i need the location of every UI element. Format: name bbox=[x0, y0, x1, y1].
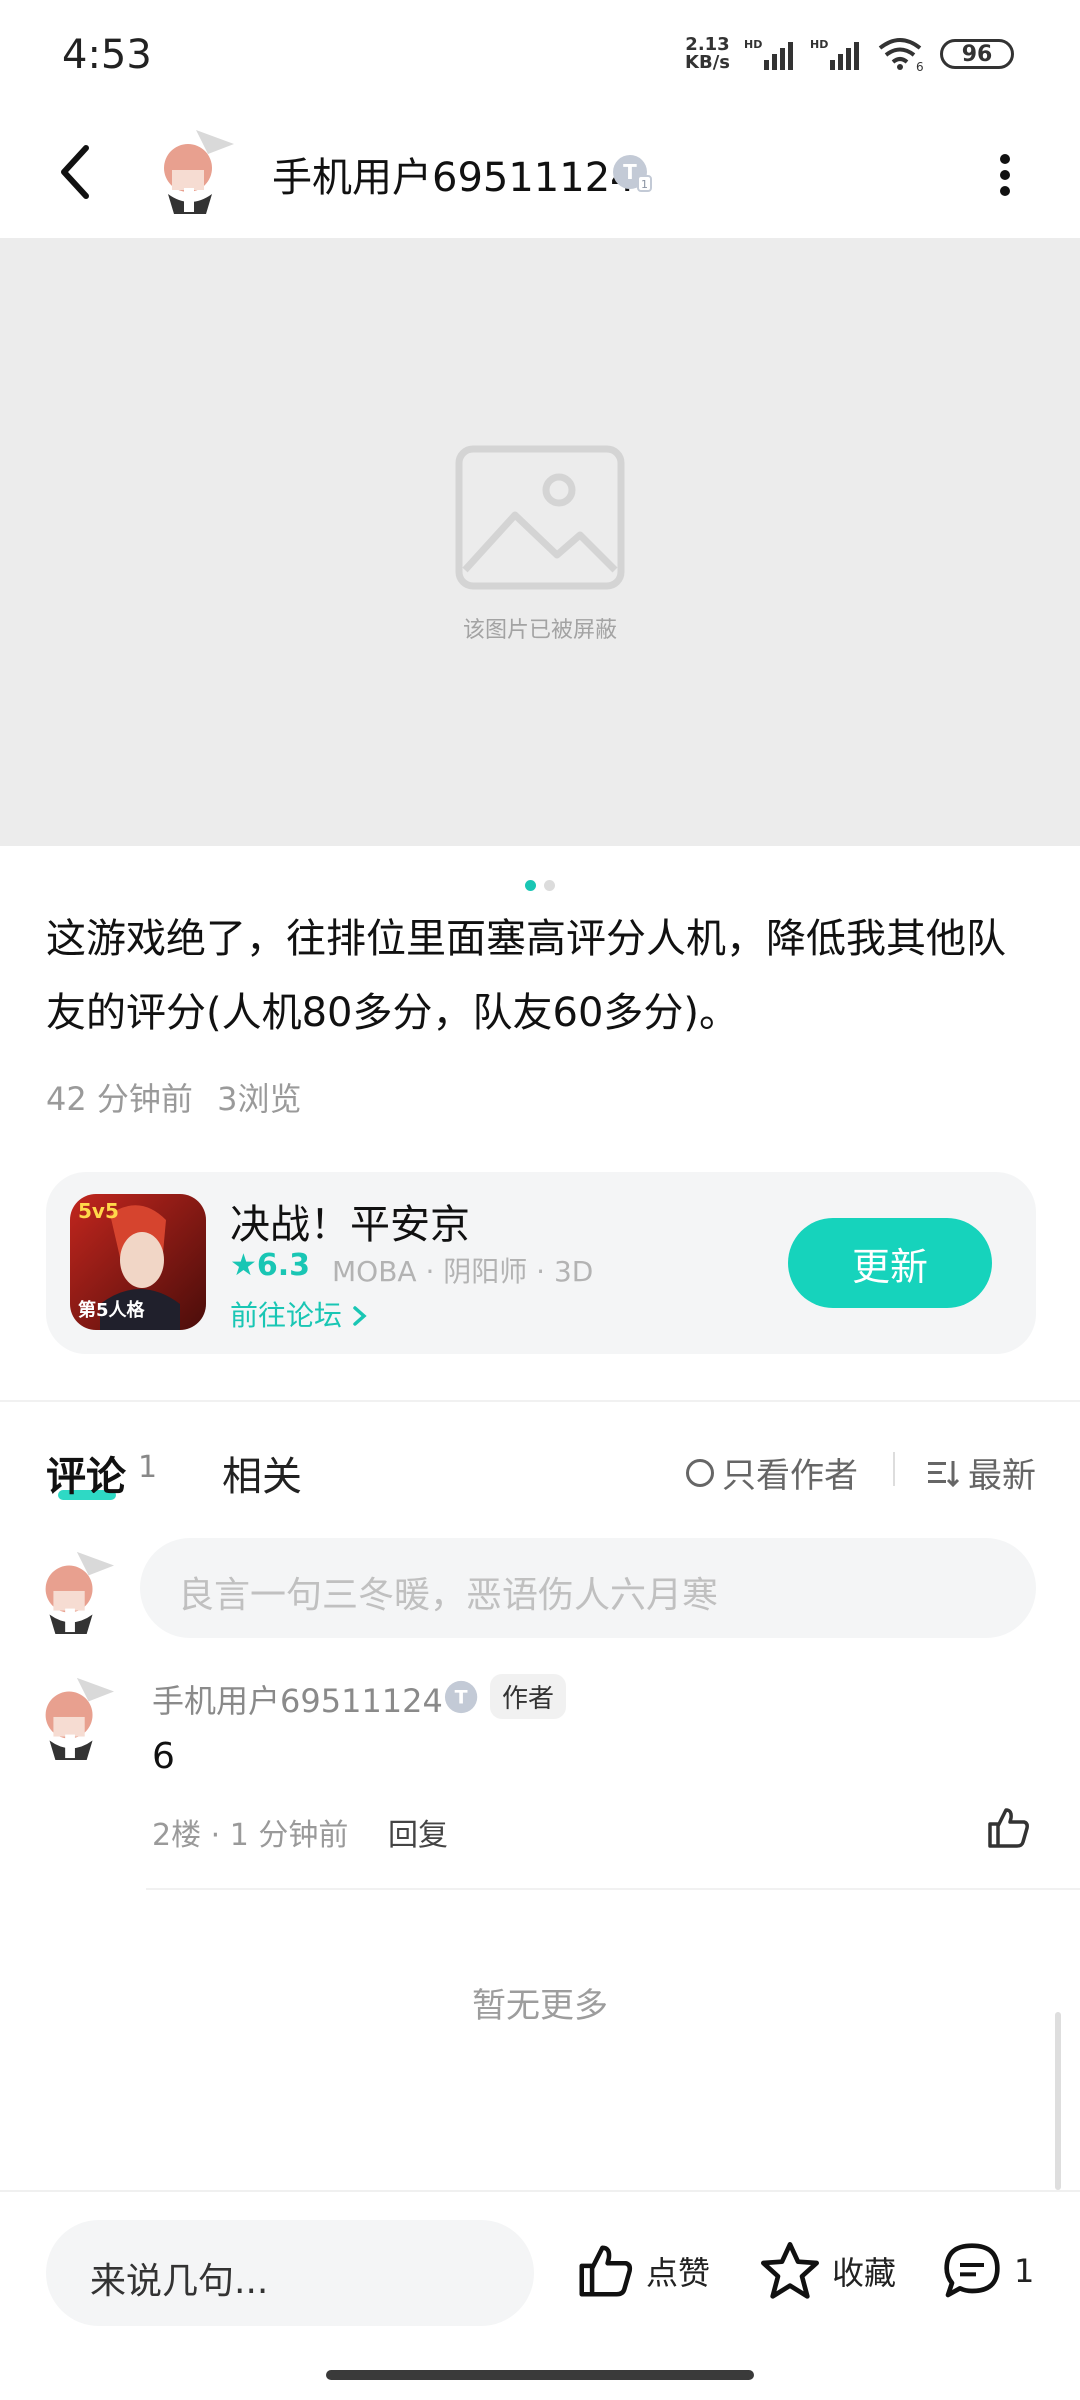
rating-value: 6.3 bbox=[256, 1248, 311, 1283]
signal-icon: HD bbox=[744, 38, 793, 70]
svg-text:1: 1 bbox=[641, 178, 648, 191]
svg-text:第5人格: 第5人格 bbox=[78, 1299, 146, 1321]
author-tag: 作者 bbox=[490, 1674, 567, 1719]
bottom-input-placeholder: 来说几句... bbox=[90, 2261, 269, 2302]
update-button[interactable]: 更新 bbox=[788, 1218, 992, 1308]
svg-text:HD: HD bbox=[810, 38, 828, 51]
tab-related[interactable]: 相关 bbox=[222, 1444, 302, 1502]
image-blocked-text: 该图片已被屏蔽 bbox=[462, 618, 617, 643]
sort-button[interactable]: 最新 bbox=[926, 1448, 1036, 1497]
comment-meta: 2楼 · 1 分钟前 bbox=[152, 1818, 349, 1853]
network-speed: 2.13 KB/s bbox=[685, 36, 730, 72]
comment-count-label: 1 bbox=[1014, 2252, 1035, 2290]
status-indicators: 2.13 KB/s HD HD 6 96 bbox=[685, 36, 1014, 72]
game-icon[interactable]: 5v5 第5人格 bbox=[70, 1194, 206, 1330]
more-icon[interactable] bbox=[990, 150, 1020, 200]
svg-text:T: T bbox=[623, 160, 637, 184]
back-icon[interactable] bbox=[50, 140, 106, 204]
star-icon: ★ bbox=[230, 1248, 257, 1283]
svg-text:T: T bbox=[455, 1687, 468, 1709]
radio-icon bbox=[686, 1458, 714, 1487]
level-badge-icon: T bbox=[444, 1680, 478, 1714]
divider bbox=[0, 2190, 1080, 2192]
home-indicator bbox=[326, 2370, 754, 2380]
status-time: 4:53 bbox=[62, 32, 152, 78]
post-views: 3浏览 bbox=[217, 1080, 302, 1118]
svg-text:5v5: 5v5 bbox=[78, 1199, 119, 1223]
forum-link-label: 前往论坛 bbox=[230, 1299, 343, 1332]
chevron-right-icon bbox=[353, 1306, 367, 1326]
divider bbox=[893, 1452, 895, 1486]
comment-icon bbox=[944, 2243, 1000, 2298]
carousel-dot-active bbox=[525, 880, 536, 891]
scrollbar[interactable] bbox=[1055, 2012, 1061, 2190]
like-label: 点赞 bbox=[646, 2254, 711, 2292]
post-body: 这游戏绝了，往排位里面塞高评分人机，降低我其他队友的评分(人机80多分，队友60… bbox=[46, 916, 1006, 1036]
favorite-button[interactable]: 收藏 bbox=[758, 2236, 896, 2306]
author-name[interactable]: 手机用户69511124 bbox=[272, 145, 636, 203]
carousel-dot bbox=[544, 880, 555, 891]
author-only-toggle[interactable]: 只看作者 bbox=[686, 1448, 858, 1497]
no-more-text: 暂无更多 bbox=[472, 1986, 608, 2026]
comment-text: 6 bbox=[152, 1736, 175, 1777]
author-only-label: 只看作者 bbox=[722, 1456, 858, 1496]
reply-button[interactable]: 回复 bbox=[388, 1810, 448, 1854]
wifi-icon: 6 bbox=[878, 38, 924, 72]
avatar bbox=[45, 1551, 115, 1634]
like-button[interactable]: 点赞 bbox=[574, 2236, 710, 2306]
sort-icon bbox=[928, 1460, 960, 1487]
divider bbox=[0, 1400, 1080, 1402]
divider bbox=[146, 1888, 1080, 1890]
signal-icon-2: HD bbox=[810, 38, 859, 70]
sort-label: 最新 bbox=[968, 1456, 1036, 1496]
thumbs-up-icon bbox=[579, 2245, 633, 2297]
forum-link[interactable]: 前往论坛 bbox=[230, 1294, 369, 1334]
avatar[interactable] bbox=[146, 124, 236, 214]
battery-indicator: 96 bbox=[940, 39, 1014, 69]
comment-button[interactable]: 1 bbox=[940, 2236, 1034, 2306]
favorite-label: 收藏 bbox=[832, 2254, 897, 2292]
star-outline-icon bbox=[761, 2242, 819, 2299]
avatar[interactable] bbox=[28, 1672, 116, 1760]
image-placeholder-icon bbox=[455, 445, 625, 590]
tab-comments[interactable]: 评论 bbox=[46, 1444, 126, 1502]
thumbs-up-icon[interactable] bbox=[984, 1804, 1032, 1852]
svg-text:HD: HD bbox=[744, 38, 762, 51]
game-rating: ★6.3 bbox=[230, 1248, 310, 1283]
net-speed-unit: KB/s bbox=[685, 52, 730, 73]
svg-text:6: 6 bbox=[916, 60, 924, 72]
post-time: 42 分钟前 bbox=[46, 1080, 193, 1118]
post-meta: 42 分钟前 3浏览 bbox=[46, 1074, 301, 1120]
game-tags: MOBA · 阴阳师 · 3D bbox=[332, 1255, 594, 1288]
comment-username[interactable]: 手机用户69511124 bbox=[152, 1676, 443, 1722]
level-badge-icon: T 1 bbox=[613, 155, 652, 192]
comment-input-placeholder: 良言一句三冬暖，恶语伤人六月寒 bbox=[178, 1575, 719, 1616]
comment-count: 1 bbox=[138, 1450, 158, 1485]
game-title[interactable]: 决战！平安京 bbox=[230, 1192, 470, 1250]
